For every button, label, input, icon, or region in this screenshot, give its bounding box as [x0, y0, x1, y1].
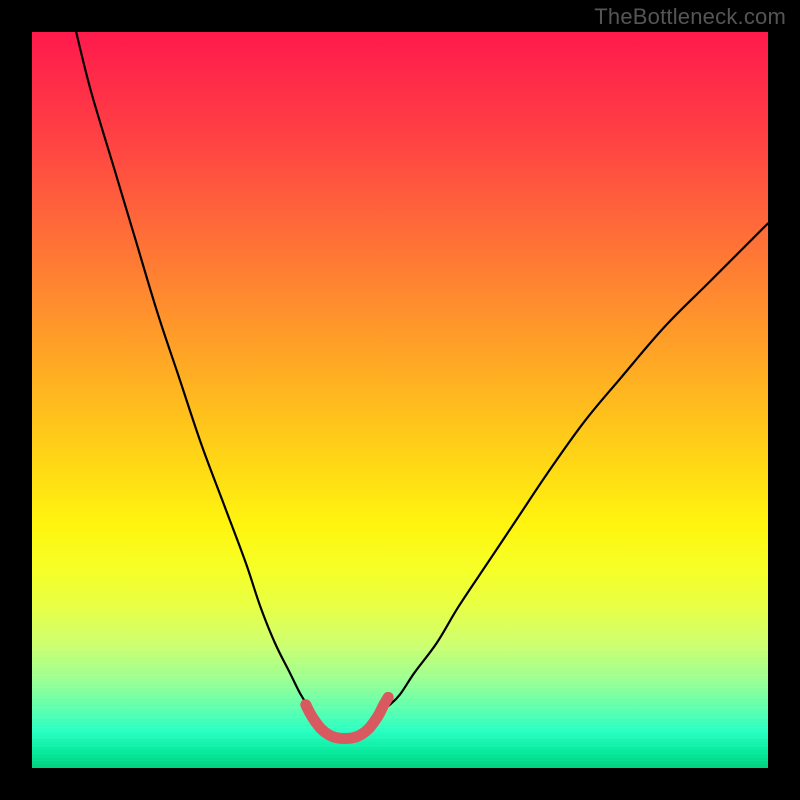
left-branch-path: [76, 32, 313, 711]
right-branch-path: [382, 223, 768, 710]
valley-highlight-path: [306, 697, 388, 738]
chart-frame: TheBottleneck.com: [0, 0, 800, 800]
watermark-text: TheBottleneck.com: [594, 4, 786, 30]
curve-layer: [32, 32, 768, 768]
plot-area: [32, 32, 768, 768]
